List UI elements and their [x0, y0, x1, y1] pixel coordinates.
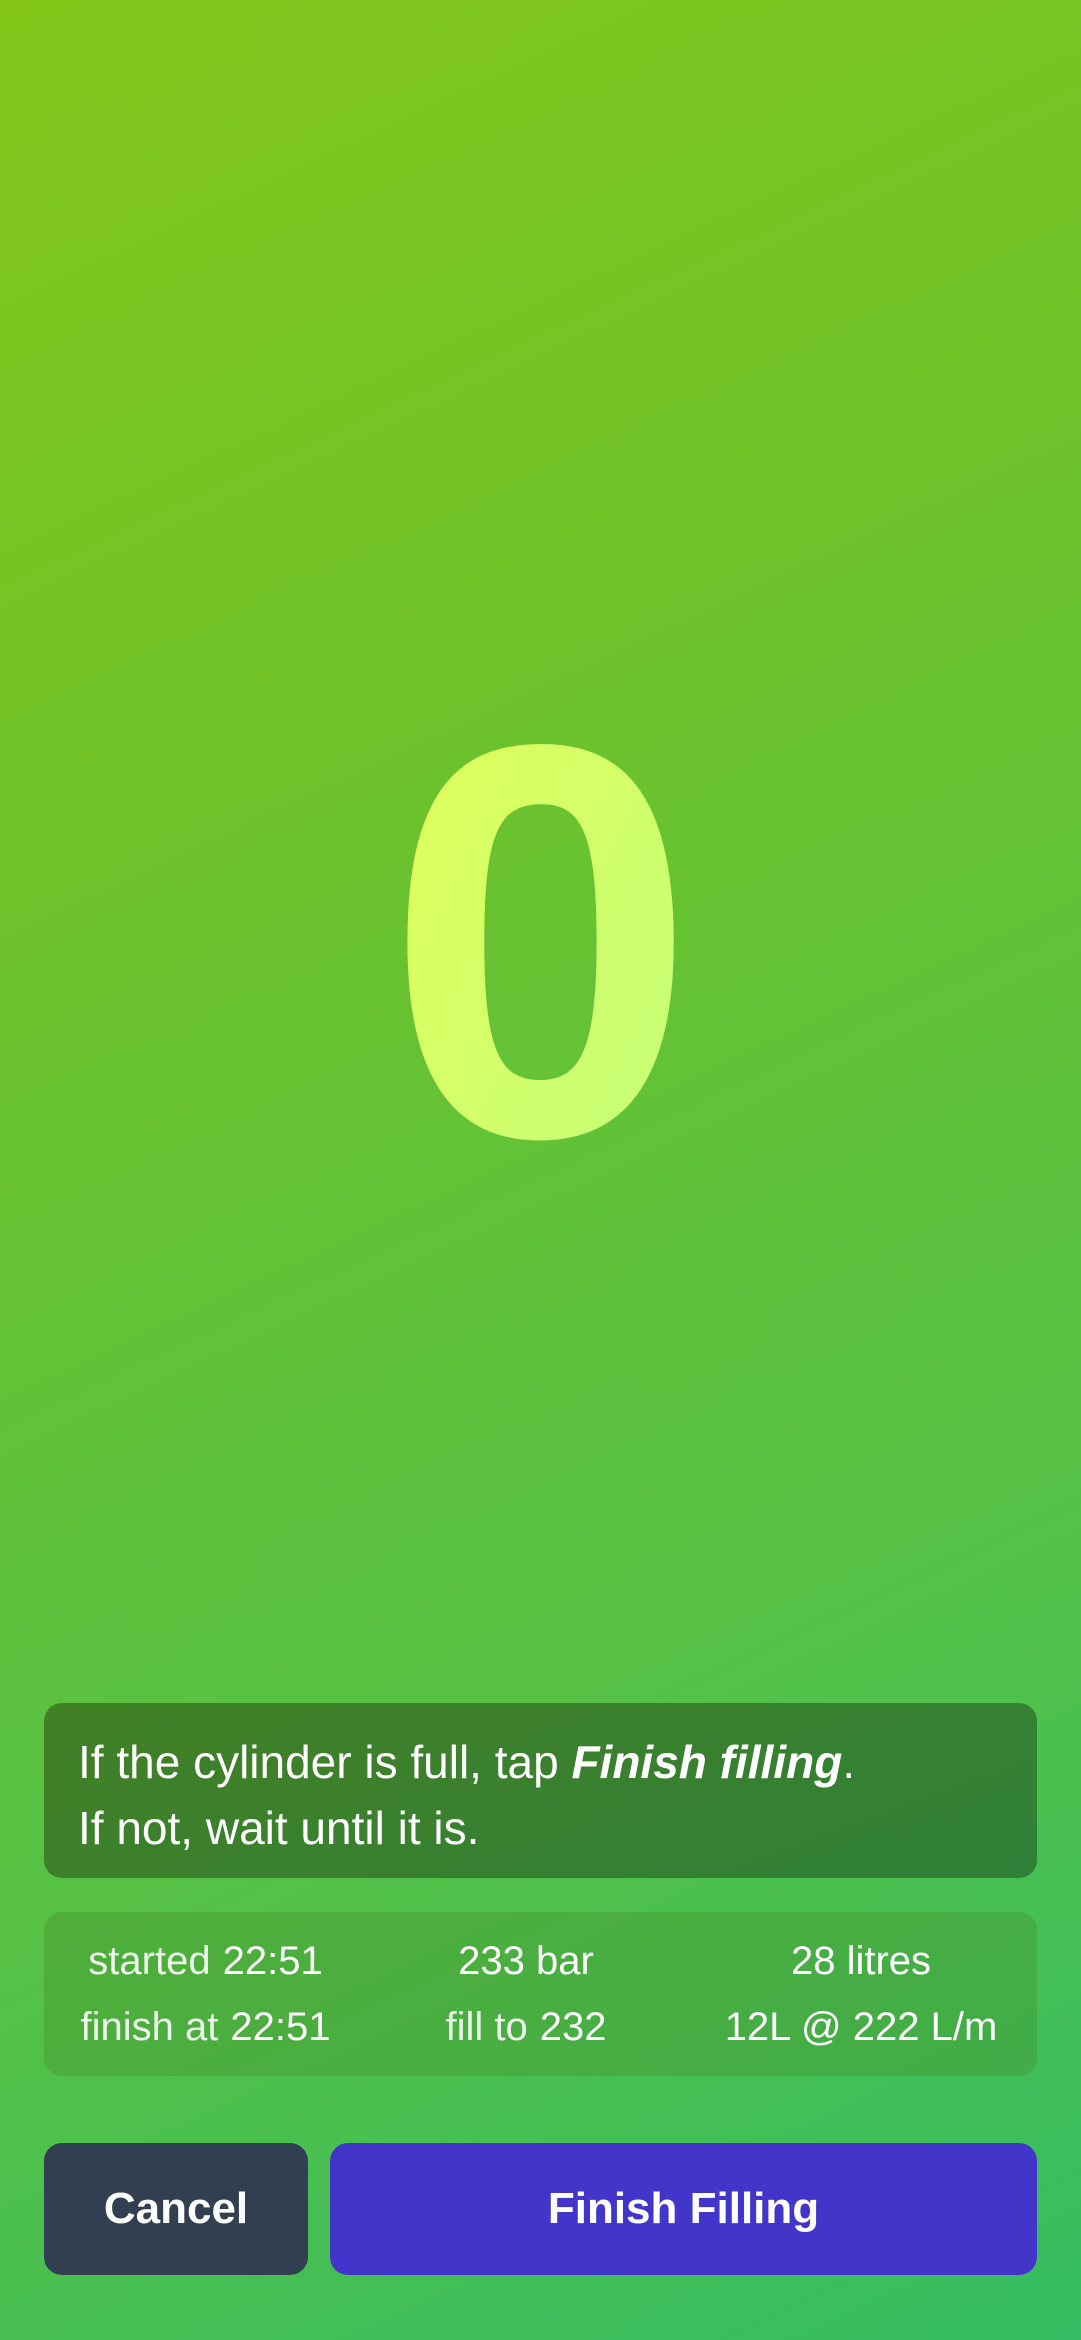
fill-to-label: fill to: [445, 2004, 528, 2049]
flow-rate-value: 12L @ 222 L/m: [724, 2004, 998, 2049]
volume-value: 28 litres: [790, 1938, 932, 1983]
started-stat: started 22:51: [44, 1928, 367, 1994]
volume-stat: 28 litres: [685, 1928, 1037, 1994]
elapsed-counter: 0: [0, 660, 1081, 1220]
instruction-suffix: .: [842, 1736, 856, 1788]
cancel-button[interactable]: Cancel: [44, 2143, 308, 2275]
finish-at-label: finish at: [80, 2004, 219, 2049]
instruction-line-2: If not, wait until it is.: [78, 1802, 480, 1854]
finish-at-stat: finish at 22:51: [44, 1994, 367, 2060]
started-value: 22:51: [222, 1938, 323, 1983]
finish-at-value: 22:51: [230, 2004, 331, 2049]
fill-to-value: 232: [539, 2004, 607, 2049]
finish-filling-button[interactable]: Finish Filling: [330, 2143, 1037, 2275]
fill-stats-panel: started 22:51 233 bar 28 litres finish a…: [44, 1912, 1037, 2076]
instruction-line-1: If the cylinder is full, tap Finish fill…: [78, 1729, 1003, 1795]
instruction-panel: If the cylinder is full, tap Finish fill…: [44, 1703, 1037, 1878]
instruction-prefix: If the cylinder is full, tap: [78, 1736, 572, 1788]
pressure-value: 233 bar: [458, 1938, 594, 1983]
flow-rate-stat: 12L @ 222 L/m: [685, 1994, 1037, 2060]
counter-graphic: 0: [385, 660, 696, 1220]
pressure-stat: 233 bar: [367, 1928, 685, 1994]
counter-value: 0: [385, 660, 696, 1220]
instruction-emphasis: Finish filling: [571, 1736, 843, 1788]
fill-to-stat: fill to 232: [367, 1994, 685, 2060]
started-label: started: [88, 1938, 211, 1983]
